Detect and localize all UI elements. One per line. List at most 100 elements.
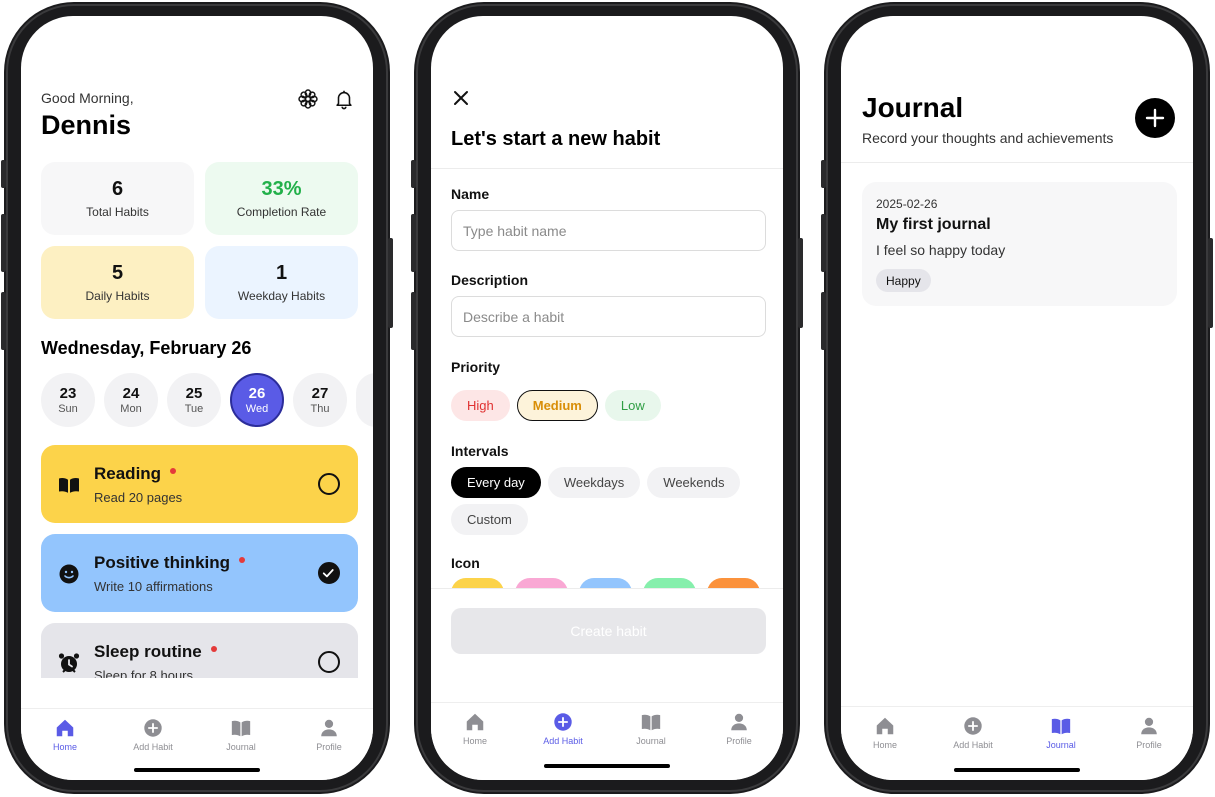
side-button xyxy=(411,160,416,188)
home-icon xyxy=(56,719,74,737)
habit-title: Reading xyxy=(94,464,177,484)
icon-swatch-blue[interactable] xyxy=(579,578,632,588)
tab-home[interactable]: Home xyxy=(431,703,519,780)
add-journal-button[interactable] xyxy=(1135,98,1175,138)
entry-body: I feel so happy today xyxy=(876,242,1006,258)
home-indicator[interactable] xyxy=(134,768,260,772)
person-icon xyxy=(1141,717,1157,735)
icon-swatch-yellow[interactable] xyxy=(451,578,504,588)
side-button xyxy=(388,238,393,328)
home-indicator[interactable] xyxy=(544,764,670,768)
priority-medium-chip[interactable]: Medium xyxy=(516,390,598,421)
icon-picker xyxy=(431,576,783,588)
tab-home[interactable]: Home xyxy=(21,709,109,780)
home-icon xyxy=(876,717,894,735)
mood-tag: Happy xyxy=(876,269,931,292)
tab-label: Home xyxy=(52,742,77,752)
plus-circle-icon xyxy=(964,717,982,735)
tab-label: Profile xyxy=(1136,740,1162,750)
priority-dot xyxy=(210,645,217,652)
tab-label: Journal xyxy=(636,736,666,746)
tab-label: Journal xyxy=(1046,740,1076,750)
plus-circle-icon xyxy=(554,713,572,731)
phone-frame-home: Good Morning, Dennis 6 Total Habits 33% … xyxy=(1,2,393,794)
side-button xyxy=(1,292,6,350)
habit-checkbox[interactable] xyxy=(318,473,340,495)
habit-card-reading[interactable]: Reading Read 20 pages xyxy=(41,445,358,523)
side-button xyxy=(1208,238,1213,328)
tab-label: Home xyxy=(462,736,487,746)
tab-add-habit[interactable]: Add Habit xyxy=(519,703,607,780)
interval-every-day-chip[interactable]: Every day xyxy=(451,467,541,498)
priority-dot xyxy=(239,556,246,563)
interval-weekdays-chip[interactable]: Weekdays xyxy=(547,467,641,498)
tab-profile[interactable]: Profile xyxy=(285,709,373,780)
phone-frame-new-habit: Let's start a new habit Name Description… xyxy=(411,2,803,794)
create-habit-button[interactable]: Create habit xyxy=(451,608,766,654)
close-icon[interactable] xyxy=(451,88,471,108)
entry-date: 2025-02-26 xyxy=(876,197,938,211)
icon-swatch-pink[interactable] xyxy=(515,578,568,588)
icon-swatch-orange[interactable] xyxy=(707,578,760,588)
entry-title: My first journal xyxy=(876,216,991,233)
habit-title: Positive thinking xyxy=(94,553,246,573)
side-button xyxy=(821,160,826,188)
new-habit-screen: Let's start a new habit Name Description… xyxy=(431,16,783,780)
tab-home[interactable]: Home xyxy=(841,707,929,780)
page-subtitle: Record your thoughts and achievements xyxy=(862,130,1114,146)
description-label: Description xyxy=(451,272,529,288)
plus-circle-icon xyxy=(144,719,162,737)
side-button xyxy=(411,292,416,350)
habit-card-positive-thinking[interactable]: Positive thinking Write 10 affirmations xyxy=(41,534,358,612)
tab-bar: Home Add Habit Journal Profile xyxy=(431,702,783,780)
side-button xyxy=(821,292,826,350)
tab-profile[interactable]: Profile xyxy=(1105,707,1193,780)
tab-label: Journal xyxy=(226,742,256,752)
side-button xyxy=(798,238,803,328)
name-label: Name xyxy=(451,186,490,202)
habit-card-sleep-routine[interactable]: Sleep routine Sleep for 8 hours xyxy=(41,623,358,678)
habit-checkbox[interactable] xyxy=(318,651,340,673)
check-icon xyxy=(322,569,334,578)
home-screen: Good Morning, Dennis 6 Total Habits 33% … xyxy=(21,16,373,780)
priority-dot xyxy=(170,467,177,474)
habit-description-input[interactable] xyxy=(451,296,766,337)
divider xyxy=(431,588,783,589)
icon-label: Icon xyxy=(451,555,480,571)
priority-high-chip[interactable]: High xyxy=(451,390,510,421)
habit-subtitle: Sleep for 8 hours xyxy=(94,668,194,678)
habit-checkbox-checked[interactable] xyxy=(318,562,340,584)
tab-journal[interactable]: Journal xyxy=(607,703,695,780)
journal-entry-card[interactable]: 2025-02-26 My first journal I feel so ha… xyxy=(862,182,1177,306)
habit-name-input[interactable] xyxy=(451,210,766,251)
habit-title-text: Sleep routine xyxy=(94,642,202,661)
side-button xyxy=(1,214,6,272)
interval-custom-chip[interactable]: Custom xyxy=(451,504,528,535)
icon-swatch-green[interactable] xyxy=(643,578,696,588)
home-indicator[interactable] xyxy=(954,768,1080,772)
icon-swatches xyxy=(451,578,760,588)
book-icon xyxy=(1051,718,1071,735)
habit-title-text: Positive thinking xyxy=(94,553,231,572)
divider xyxy=(841,162,1193,163)
tab-profile[interactable]: Profile xyxy=(695,703,783,780)
person-icon xyxy=(321,719,337,737)
plus-icon xyxy=(1145,108,1165,128)
priority-low-chip[interactable]: Low xyxy=(604,390,661,421)
book-icon xyxy=(57,473,81,497)
interval-weekends-chip[interactable]: Weekends xyxy=(647,467,741,498)
home-icon xyxy=(466,713,484,731)
habit-subtitle: Write 10 affirmations xyxy=(94,579,213,594)
tab-label: Profile xyxy=(316,742,342,752)
intervals-label: Intervals xyxy=(451,443,509,459)
priority-options: High Medium Low xyxy=(451,390,771,421)
book-icon xyxy=(231,720,251,737)
person-icon xyxy=(731,713,747,731)
habit-subtitle: Read 20 pages xyxy=(94,490,183,505)
side-button xyxy=(821,214,826,272)
tab-label: Profile xyxy=(726,736,752,746)
phone-frame-journal: Journal Record your thoughts and achieve… xyxy=(821,2,1213,794)
page-title: Journal xyxy=(862,92,964,123)
sheet-title: Let's start a new habit xyxy=(451,128,661,150)
book-icon xyxy=(641,714,661,731)
